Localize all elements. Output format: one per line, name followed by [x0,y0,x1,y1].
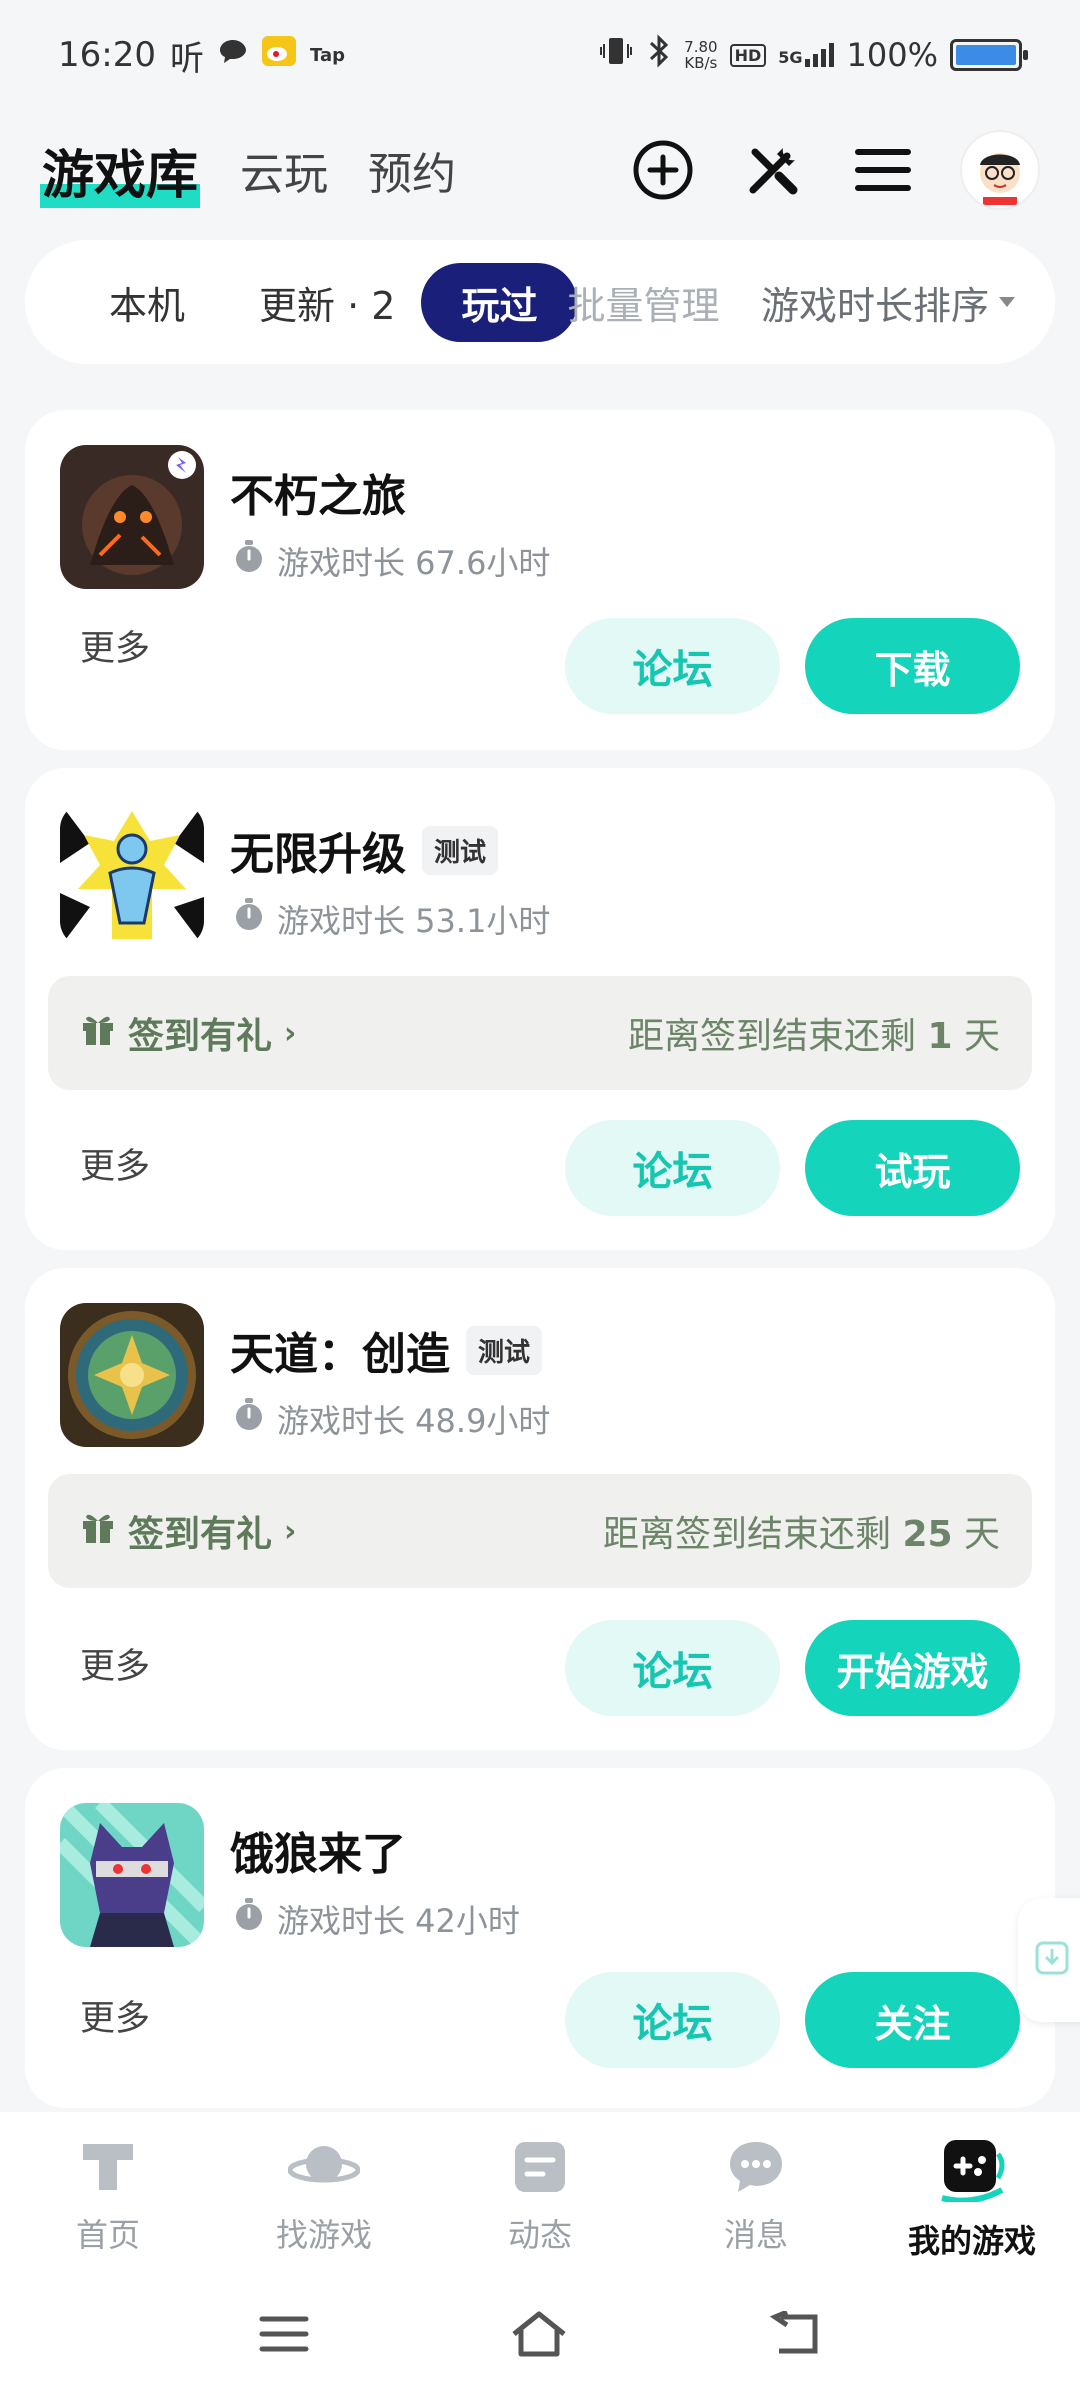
trial-play-button[interactable]: 试玩 [805,1120,1020,1216]
nav-find-games[interactable]: 找游戏 [234,2138,414,2256]
start-game-button[interactable]: 开始游戏 [805,1620,1020,1716]
nav-home[interactable]: 首页 [18,2138,198,2256]
forum-button[interactable]: 论坛 [565,1972,780,2068]
status-bar: 16:20 听 Tap 7.80 KB/s HD 5G 100% [0,0,1080,110]
wolf-ninja-icon[interactable] [60,1803,204,1947]
tab-cloud-play[interactable]: 云玩 [240,138,328,202]
feed-icon [511,2138,569,2200]
menu-icon[interactable] [850,137,916,203]
game-name: 不朽之旅 [230,471,406,522]
game-title: 天道：创造 测试 [230,1318,543,1382]
stopwatch-icon [233,1898,265,1940]
checkin-remaining: 距离签到结束还剩 25 天 [602,1514,1000,1555]
game-card[interactable]: 无限升级 测试 游戏时长 53.1小时 签到有礼 › 距离签到结束还剩 1 天 … [25,768,1055,1250]
playtime: 游戏时长 53.1小时 [233,896,550,942]
caret-down-icon [999,297,1015,307]
nav-my-games[interactable]: 我的游戏 [882,2138,1062,2262]
system-nav-bar [0,2272,1080,2400]
home-t-icon [79,2138,137,2200]
game-name: 无限升级 [230,829,406,880]
tap-icon: Tap [309,44,345,66]
game-title: 无限升级 测试 [230,818,499,882]
playtime: 游戏时长 48.9小时 [233,1396,550,1442]
stopwatch-icon [233,540,265,582]
nav-feed[interactable]: 动态 [450,2138,630,2256]
game-card[interactable]: 饿狼来了 游戏时长 42小时 更多 论坛 关注 [25,1768,1055,2108]
download-float-tab[interactable] [1018,1898,1080,2022]
test-badge: 测试 [422,825,499,875]
download-icon [1034,1940,1070,1980]
blue-figure-icon[interactable] [60,803,204,947]
nav-messages[interactable]: 消息 [666,2138,846,2256]
game-name: 饿狼来了 [230,1829,406,1880]
tab-game-library[interactable]: 游戏库 [40,132,201,208]
sort-dropdown[interactable]: 游戏时长排序 [761,275,1015,330]
status-time: 16:20 [58,35,156,75]
gift-icon [80,1509,116,1554]
more-button[interactable]: 更多 [80,1638,150,1689]
chevron-right-icon: › [284,1015,297,1051]
message-bubble-icon [218,35,248,75]
download-button[interactable]: 下载 [805,618,1020,714]
playtime: 游戏时长 67.6小时 [233,538,550,584]
forum-button[interactable]: 论坛 [565,618,780,714]
chat-icon [726,2138,786,2200]
checkin-banner[interactable]: 签到有礼 › 距离签到结束还剩 1 天 [48,976,1032,1090]
playtime: 游戏时长 42小时 [233,1896,520,1942]
mandala-icon[interactable] [60,1303,204,1447]
hd-icon: HD [729,43,767,67]
gift-icon [80,1011,116,1056]
more-button[interactable]: 更多 [80,620,150,671]
game-title: 不朽之旅 [230,460,406,524]
more-button[interactable]: 更多 [80,1138,150,1189]
checkin-banner[interactable]: 签到有礼 › 距离签到结束还剩 25 天 [48,1474,1032,1588]
stopwatch-icon [233,1398,265,1440]
recents-menu-icon[interactable] [259,2314,309,2358]
filter-bar: 本机 更新 · 2 玩过 批量管理 游戏时长排序 [25,240,1055,364]
top-nav: 游戏库 云玩 预约 [0,110,1080,230]
checkin-remaining: 距离签到结束还剩 1 天 [628,1016,1000,1057]
filter-played[interactable]: 玩过 [421,262,578,342]
game-card[interactable]: 不朽之旅 游戏时长 67.6小时 更多 论坛 下载 [25,410,1055,750]
game-title: 饿狼来了 [230,1818,406,1882]
game-card[interactable]: 天道：创造 测试 游戏时长 48.9小时 签到有礼 › 距离签到结束还剩 25 … [25,1268,1055,1750]
checkin-link[interactable]: 签到有礼 › [80,1505,296,1557]
checkin-link[interactable]: 签到有礼 › [80,1007,296,1059]
bottom-nav: 首页 找游戏 动态 消息 我的游戏 [0,2112,1080,2272]
batch-manage-button[interactable]: 批量管理 [567,275,719,330]
stopwatch-icon [233,898,265,940]
battery-icon [950,39,1028,71]
forum-button[interactable]: 论坛 [565,1120,780,1216]
signal-icon: 5G [778,43,834,67]
ting-icon: 听 [169,38,204,79]
bluetooth-icon [646,34,672,76]
avatar[interactable] [960,130,1040,210]
add-circle-icon[interactable] [630,137,696,203]
gamepad-icon [932,2138,1012,2206]
tools-icon[interactable] [740,137,806,203]
tab-reservations[interactable]: 预约 [368,138,456,202]
more-button[interactable]: 更多 [80,1990,150,2041]
chevron-right-icon: › [284,1513,297,1549]
weibo-icon [261,35,296,75]
home-icon[interactable] [509,2310,569,2362]
vibrate-icon [598,35,634,75]
game-name: 天道：创造 [230,1329,450,1380]
back-icon[interactable] [769,2309,821,2361]
filter-updates[interactable]: 更新 · 2 [259,275,395,330]
follow-button[interactable]: 关注 [805,1972,1020,2068]
test-badge: 测试 [466,1325,543,1375]
planet-icon [287,2138,361,2200]
sort-label: 游戏时长排序 [760,283,989,328]
net-speed: 7.80 KB/s [684,38,718,72]
filter-local[interactable]: 本机 [109,275,185,330]
volcano-monster-icon[interactable] [60,445,204,589]
forum-button[interactable]: 论坛 [565,1620,780,1716]
battery-percent: 100% [846,36,938,74]
